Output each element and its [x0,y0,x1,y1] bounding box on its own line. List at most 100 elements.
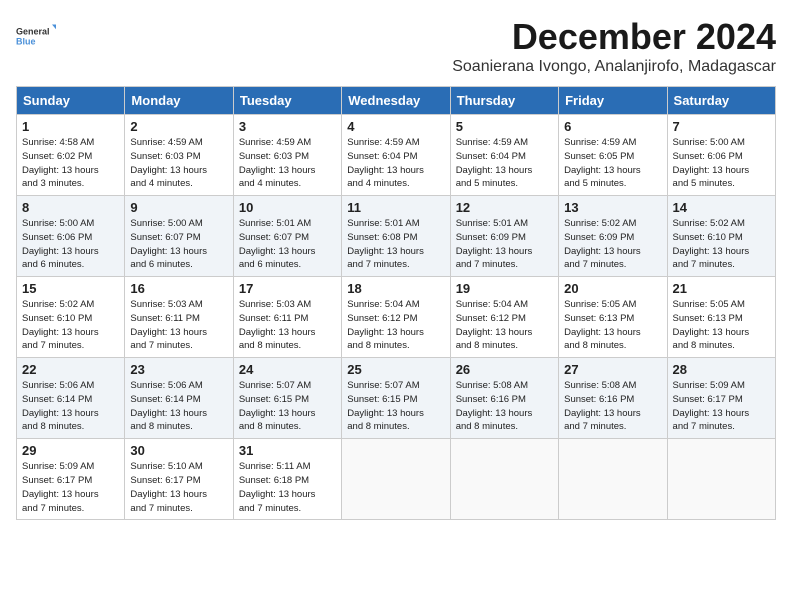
day-number: 18 [347,281,444,296]
day-info: Sunrise: 5:01 AMSunset: 6:07 PMDaylight:… [239,217,336,272]
day-info: Sunrise: 5:01 AMSunset: 6:08 PMDaylight:… [347,217,444,272]
day-number: 16 [130,281,227,296]
day-header-sunday: Sunday [17,87,125,115]
calendar-cell: 19 Sunrise: 5:04 AMSunset: 6:12 PMDayligh… [450,277,558,358]
day-header-friday: Friday [559,87,667,115]
day-info: Sunrise: 5:03 AMSunset: 6:11 PMDaylight:… [130,298,227,353]
calendar-cell [559,439,667,520]
calendar-cell: 18 Sunrise: 5:04 AMSunset: 6:12 PMDayligh… [342,277,450,358]
day-info: Sunrise: 5:10 AMSunset: 6:17 PMDaylight:… [130,460,227,515]
day-info: Sunrise: 5:07 AMSunset: 6:15 PMDaylight:… [239,379,336,434]
calendar-cell: 12 Sunrise: 5:01 AMSunset: 6:09 PMDayligh… [450,196,558,277]
day-number: 2 [130,119,227,134]
day-number: 13 [564,200,661,215]
svg-text:Blue: Blue [16,37,36,47]
day-number: 27 [564,362,661,377]
svg-text:General: General [16,27,50,37]
calendar-cell: 7 Sunrise: 5:00 AMSunset: 6:06 PMDaylight… [667,115,775,196]
day-number: 25 [347,362,444,377]
day-number: 9 [130,200,227,215]
day-info: Sunrise: 5:00 AMSunset: 6:06 PMDaylight:… [22,217,119,272]
day-info: Sunrise: 5:09 AMSunset: 6:17 PMDaylight:… [22,460,119,515]
calendar-cell: 27Sunrise: 5:08 AMSunset: 6:16 PMDayligh… [559,358,667,439]
day-number: 21 [673,281,770,296]
calendar-cell: 15 Sunrise: 5:02 AMSunset: 6:10 PMDayligh… [17,277,125,358]
day-info: Sunrise: 5:00 AMSunset: 6:06 PMDaylight:… [673,136,770,191]
calendar-cell: 23Sunrise: 5:06 AMSunset: 6:14 PMDayligh… [125,358,233,439]
day-info: Sunrise: 5:01 AMSunset: 6:09 PMDaylight:… [456,217,553,272]
day-info: Sunrise: 4:59 AMSunset: 6:04 PMDaylight:… [456,136,553,191]
calendar-cell: 2 Sunrise: 4:59 AMSunset: 6:03 PMDaylight… [125,115,233,196]
day-header-tuesday: Tuesday [233,87,341,115]
calendar-cell: 1Sunrise: 4:58 AMSunset: 6:02 PMDaylight… [17,115,125,196]
calendar-cell [450,439,558,520]
calendar-cell: 29 Sunrise: 5:09 AMSunset: 6:17 PMDayligh… [17,439,125,520]
calendar-cell: 4 Sunrise: 4:59 AMSunset: 6:04 PMDaylight… [342,115,450,196]
calendar-cell: 5 Sunrise: 4:59 AMSunset: 6:04 PMDaylight… [450,115,558,196]
day-number: 30 [130,443,227,458]
day-number: 19 [456,281,553,296]
day-number: 4 [347,119,444,134]
day-number: 14 [673,200,770,215]
calendar-cell: 13 Sunrise: 5:02 AMSunset: 6:09 PMDayligh… [559,196,667,277]
calendar-cell: 6Sunrise: 4:59 AMSunset: 6:05 PMDaylight… [559,115,667,196]
logo: General Blue [16,16,60,56]
day-number: 1 [22,119,119,134]
day-number: 11 [347,200,444,215]
day-info: Sunrise: 5:00 AMSunset: 6:07 PMDaylight:… [130,217,227,272]
day-number: 10 [239,200,336,215]
day-number: 22 [22,362,119,377]
day-info: Sunrise: 4:59 AMSunset: 6:04 PMDaylight:… [347,136,444,191]
day-info: Sunrise: 5:04 AMSunset: 6:12 PMDaylight:… [347,298,444,353]
day-number: 15 [22,281,119,296]
calendar-cell: 10 Sunrise: 5:01 AMSunset: 6:07 PMDayligh… [233,196,341,277]
day-header-saturday: Saturday [667,87,775,115]
day-info: Sunrise: 5:03 AMSunset: 6:11 PMDaylight:… [239,298,336,353]
day-info: Sunrise: 4:59 AMSunset: 6:03 PMDaylight:… [130,136,227,191]
day-header-wednesday: Wednesday [342,87,450,115]
day-number: 8 [22,200,119,215]
day-number: 7 [673,119,770,134]
day-info: Sunrise: 5:02 AMSunset: 6:09 PMDaylight:… [564,217,661,272]
calendar-cell: 14 Sunrise: 5:02 AMSunset: 6:10 PMDayligh… [667,196,775,277]
day-info: Sunrise: 5:07 AMSunset: 6:15 PMDaylight:… [347,379,444,434]
month-title: December 2024 [452,16,776,58]
calendar-cell [667,439,775,520]
calendar-cell: 28Sunrise: 5:09 AMSunset: 6:17 PMDayligh… [667,358,775,439]
day-number: 29 [22,443,119,458]
day-info: Sunrise: 5:11 AMSunset: 6:18 PMDaylight:… [239,460,336,515]
day-number: 12 [456,200,553,215]
day-number: 31 [239,443,336,458]
day-number: 17 [239,281,336,296]
day-info: Sunrise: 5:02 AMSunset: 6:10 PMDaylight:… [673,217,770,272]
calendar-cell: 17 Sunrise: 5:03 AMSunset: 6:11 PMDayligh… [233,277,341,358]
day-info: Sunrise: 5:04 AMSunset: 6:12 PMDaylight:… [456,298,553,353]
calendar-cell: 30 Sunrise: 5:10 AMSunset: 6:17 PMDayligh… [125,439,233,520]
day-header-thursday: Thursday [450,87,558,115]
day-number: 20 [564,281,661,296]
day-info: Sunrise: 4:59 AMSunset: 6:03 PMDaylight:… [239,136,336,191]
calendar-cell: 22 Sunrise: 5:06 AMSunset: 6:14 PMDayligh… [17,358,125,439]
calendar-cell: 26Sunrise: 5:08 AMSunset: 6:16 PMDayligh… [450,358,558,439]
calendar-cell: 16 Sunrise: 5:03 AMSunset: 6:11 PMDayligh… [125,277,233,358]
location-title: Soanierana Ivongo, Analanjirofo, Madagas… [452,58,776,76]
calendar-cell: 21 Sunrise: 5:05 AMSunset: 6:13 PMDayligh… [667,277,775,358]
day-number: 5 [456,119,553,134]
calendar-cell: 9 Sunrise: 5:00 AMSunset: 6:07 PMDaylight… [125,196,233,277]
calendar-cell: 11 Sunrise: 5:01 AMSunset: 6:08 PMDayligh… [342,196,450,277]
day-number: 24 [239,362,336,377]
calendar-cell: 3Sunrise: 4:59 AMSunset: 6:03 PMDaylight… [233,115,341,196]
day-number: 23 [130,362,227,377]
calendar-table: SundayMondayTuesdayWednesdayThursdayFrid… [16,86,776,520]
calendar-cell: 24 Sunrise: 5:07 AMSunset: 6:15 PMDayligh… [233,358,341,439]
day-info: Sunrise: 5:05 AMSunset: 6:13 PMDaylight:… [673,298,770,353]
day-info: Sunrise: 5:06 AMSunset: 6:14 PMDaylight:… [22,379,119,434]
day-header-monday: Monday [125,87,233,115]
day-info: Sunrise: 4:59 AMSunset: 6:05 PMDaylight:… [564,136,661,191]
day-info: Sunrise: 5:09 AMSunset: 6:17 PMDaylight:… [673,379,770,434]
day-number: 26 [456,362,553,377]
calendar-cell [342,439,450,520]
day-info: Sunrise: 5:05 AMSunset: 6:13 PMDaylight:… [564,298,661,353]
day-info: Sunrise: 5:02 AMSunset: 6:10 PMDaylight:… [22,298,119,353]
calendar-cell: 20 Sunrise: 5:05 AMSunset: 6:13 PMDayligh… [559,277,667,358]
